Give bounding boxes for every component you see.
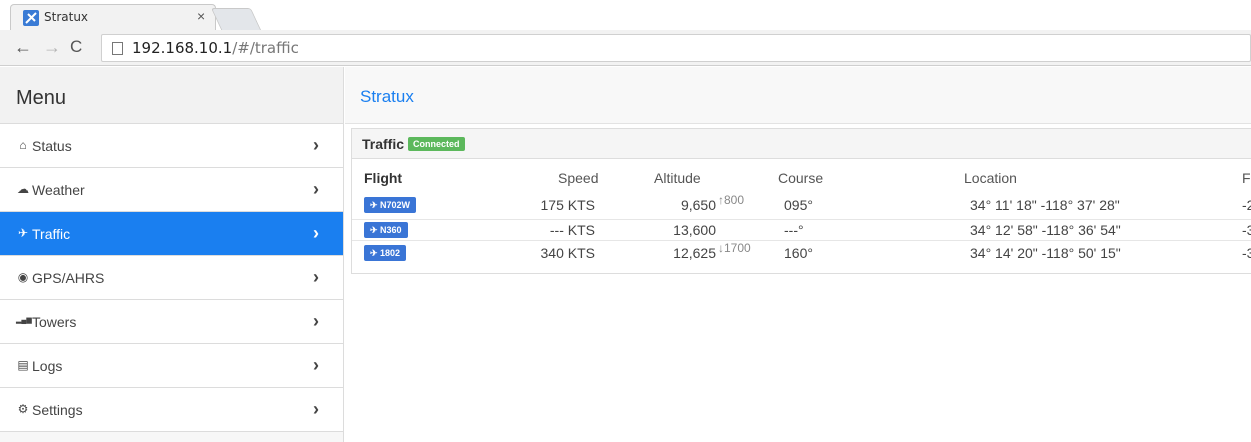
table-row: ✈ N702W 175 KTS 9,650 ↑800 095° 34° 11' … [352,193,1251,217]
sidebar-item-logs[interactable]: ▤ Logs › [0,344,343,388]
course-cell: 095° [784,197,813,213]
chevron-right-icon: › [313,311,319,331]
page-icon [112,42,123,55]
speed-cell: 175 KTS [540,197,595,213]
location-cell: 34° 14' 20" -118° 50' 15" [970,245,1121,261]
sidebar-item-traffic[interactable]: ✈ Traffic › [0,212,343,256]
chevron-right-icon: › [313,135,319,155]
table-row: ✈ 1802 340 KTS 12,625 ↓1700 160° 34° 14'… [352,241,1251,265]
forward-arrow-icon[interactable]: → [43,38,61,56]
chevron-right-icon: › [313,179,319,199]
location-cell: 34° 11' 18" -118° 37' 28" [970,197,1120,213]
column-header-speed: Speed [558,170,599,186]
course-cell: 160° [784,245,813,261]
sidebar-item-label: Status [32,138,72,154]
address-bar[interactable]: 192.168.10.1/#/traffic [101,34,1251,62]
altitude-cell: 13,600 [673,222,716,238]
sidebar-item-label: GPS/AHRS [32,270,105,286]
sidebar-item-gps-ahrs[interactable]: ◉ GPS/AHRS › [0,256,343,300]
stratux-favicon-icon [23,10,39,26]
url-text[interactable]: 192.168.10.1/#/traffic [132,39,299,57]
back-arrow-icon[interactable]: ← [14,38,32,56]
panel-header: Traffic Connected [352,129,1251,159]
tab-title: Stratux [44,10,89,24]
column-header-altitude: Altitude [654,170,701,186]
browser-tab[interactable]: Stratux × [10,4,216,30]
browser-tabstrip: Stratux × [0,0,1251,30]
sidebar-item-status[interactable]: ⌂ Status › [0,124,343,168]
course-cell: ---° [784,222,804,238]
column-header-location: Location [964,170,1017,186]
url-path: /#/traffic [232,39,299,57]
chevron-right-icon: › [313,355,319,375]
altitude-cell: 9,650 [680,197,716,213]
sidebar-item-settings[interactable]: ⚙ Settings › [0,388,343,432]
sidebar-item-label: Towers [32,314,77,330]
url-host: 192.168.10.1 [132,39,233,57]
browser-toolbar: ← → C 192.168.10.1/#/traffic [0,30,1251,66]
cloud-icon: ☁ [17,182,29,196]
chevron-right-icon: › [313,399,319,419]
chevron-right-icon: › [313,267,319,287]
file-icon: ▤ [17,358,29,372]
sidebar-item-label: Logs [32,358,63,374]
p-cell: -2 [1242,197,1251,213]
traffic-panel: Traffic Connected Flight Speed Altitude C… [351,128,1251,274]
status-badge: Connected [408,137,465,151]
signal-icon: ▂▄▆ [16,317,32,324]
sidebar-item-label: Weather [32,182,85,198]
main-content: Stratux Traffic Connected Flight Speed Al… [345,67,1251,442]
column-header-flight: Flight [364,170,403,186]
sidebar-item-label: Settings [32,402,83,418]
speed-cell: 340 KTS [540,245,595,261]
p-cell: -3 [1242,222,1251,238]
flight-button[interactable]: ✈ 1802 [364,245,407,261]
globe-icon: ◉ [17,270,29,284]
speed-cell: --- KTS [549,222,595,238]
sidebar-item-label: Traffic [32,226,71,242]
reload-icon[interactable]: C [70,38,82,56]
sidebar-title: Menu [0,67,343,124]
table-row: ✈ N360 --- KTS 13,600 ---° 34° 12' 58" -… [352,219,1251,241]
app-title[interactable]: Stratux [345,67,1251,124]
altitude-cell: 12,625 [673,245,716,261]
column-header-p: F [1242,170,1251,186]
flight-button[interactable]: ✈ N360 [364,222,408,238]
location-cell: 34° 12' 58" -118° 36' 54" [970,222,1121,238]
plane-icon: ✈ [17,226,29,240]
vertical-speed: ↑800 [718,193,745,207]
flight-button[interactable]: ✈ N702W [364,197,417,213]
sidebar: Menu ⌂ Status › ☁ Weather › ✈ Traffic › … [0,67,344,442]
new-tab-button[interactable] [210,8,262,30]
gear-icon: ⚙ [17,402,29,416]
chevron-right-icon: › [313,223,319,243]
sidebar-item-weather[interactable]: ☁ Weather › [0,168,343,212]
tab-close-icon[interactable]: × [197,8,205,24]
column-header-course: Course [778,170,824,186]
p-cell: -3 [1242,245,1251,261]
sidebar-item-towers[interactable]: ▂▄▆ Towers › [0,300,343,344]
home-icon: ⌂ [19,138,27,152]
vertical-speed: ↓1700 [718,241,751,255]
panel-title: Traffic [362,136,405,152]
